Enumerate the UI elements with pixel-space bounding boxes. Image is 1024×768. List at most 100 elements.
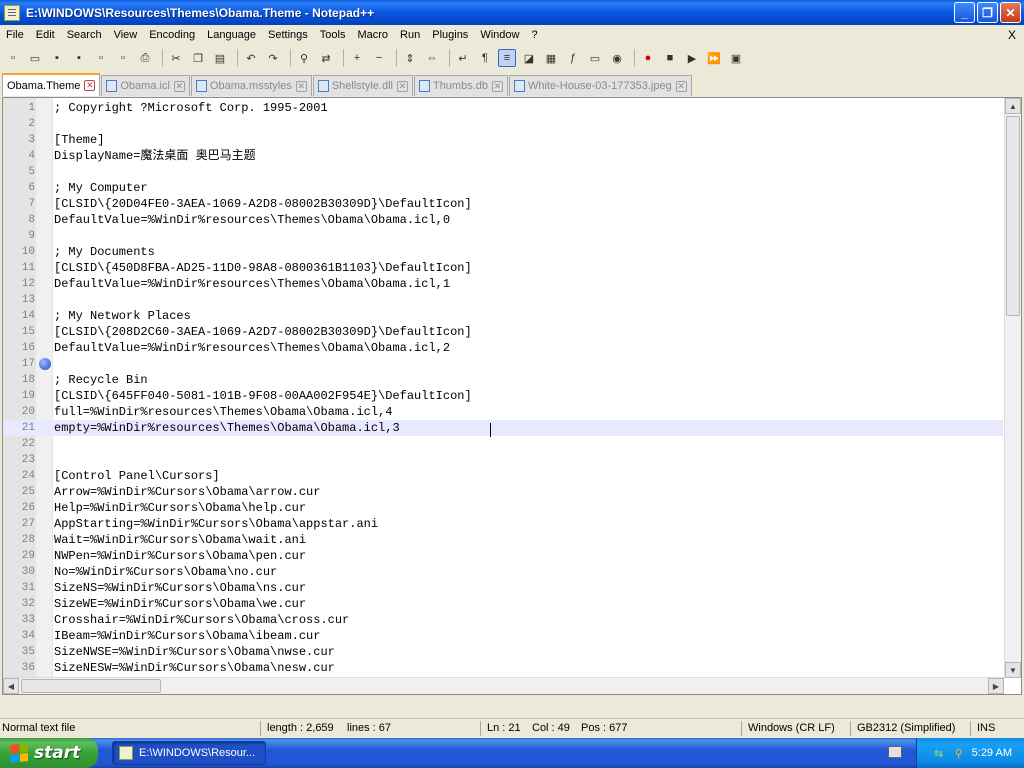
play-macro-multiple-icon[interactable]: ⏩ [705, 49, 723, 67]
menu-settings[interactable]: Settings [262, 25, 314, 45]
editor-line[interactable]: 33 Crosshair=%WinDir%Cursors\Obama\cross.… [3, 612, 1003, 628]
document-map-icon[interactable]: ▦ [542, 49, 560, 67]
play-macro-icon[interactable]: ▶ [683, 49, 701, 67]
line-text[interactable]: ; My Documents [54, 244, 155, 260]
editor-line[interactable]: 7 [CLSID\{20D04FE0-3AEA-1069-A2D8-08002B3… [3, 196, 1003, 212]
editor-line[interactable]: 25 Arrow=%WinDir%Cursors\Obama\arrow.cur [3, 484, 1003, 500]
close-tab-icon[interactable]: ✕ [492, 80, 503, 92]
tab-obama-icl[interactable]: Obama.icl ✕ [101, 75, 190, 96]
close-tab-icon[interactable]: ✕ [173, 80, 185, 92]
search-icon[interactable]: ⚲ [952, 746, 966, 760]
editor-line[interactable]: 9 [3, 228, 1003, 244]
undo-icon[interactable]: ↶ [242, 49, 260, 67]
line-text[interactable]: Crosshair=%WinDir%Cursors\Obama\cross.cu… [54, 612, 349, 628]
horizontal-scrollbar[interactable]: ◀ ▶ [3, 677, 1004, 694]
tab-white-house-jpeg[interactable]: White-House-03-177353.jpeg ✕ [509, 75, 692, 96]
save-icon[interactable]: ▪ [48, 49, 66, 67]
editor-lines[interactable]: 1 ; Copyright ?Microsoft Corp. 1995-2001 2… [3, 100, 1003, 692]
maximize-button[interactable]: ❐ [977, 2, 998, 23]
line-text[interactable]: SizeNS=%WinDir%Cursors\Obama\ns.cur [54, 580, 306, 596]
menu-macro[interactable]: Macro [351, 25, 394, 45]
stop-macro-icon[interactable]: ■ [661, 49, 679, 67]
editor-line[interactable]: 19 [CLSID\{645FF040-5081-101B-9F08-00AA00… [3, 388, 1003, 404]
close-tab-icon[interactable]: ✕ [295, 80, 307, 92]
sync-horizontal-icon[interactable]: ⇔ [423, 49, 441, 67]
line-text[interactable]: empty=%WinDir%resources\Themes\Obama\Oba… [54, 420, 400, 436]
editor-line[interactable]: 12 DefaultValue=%WinDir%resources\Themes\… [3, 276, 1003, 292]
close-document-button[interactable]: X [1008, 25, 1016, 45]
text-editor[interactable]: 1 ; Copyright ?Microsoft Corp. 1995-2001 2… [2, 97, 1022, 695]
editor-line[interactable]: 1 ; Copyright ?Microsoft Corp. 1995-2001 [3, 100, 1003, 116]
sync-vertical-icon[interactable]: ⇕ [401, 49, 419, 67]
menu-plugins[interactable]: Plugins [426, 25, 474, 45]
editor-line[interactable]: 15 [CLSID\{208D2C60-3AEA-1069-A2D7-08002B… [3, 324, 1003, 340]
menu-language[interactable]: Language [201, 25, 262, 45]
close-tab-icon[interactable]: ✕ [84, 80, 96, 91]
editor-line[interactable]: 26 Help=%WinDir%Cursors\Obama\help.cur [3, 500, 1003, 516]
open-file-icon[interactable]: ▭ [26, 49, 44, 67]
menu-window[interactable]: Window [474, 25, 525, 45]
line-text[interactable]: IBeam=%WinDir%Cursors\Obama\ibeam.cur [54, 628, 320, 644]
line-text[interactable]: No=%WinDir%Cursors\Obama\no.cur [54, 564, 277, 580]
line-text[interactable]: Wait=%WinDir%Cursors\Obama\wait.ani [54, 532, 306, 548]
scroll-left-arrow-icon[interactable]: ◀ [3, 678, 19, 694]
line-text[interactable]: Help=%WinDir%Cursors\Obama\help.cur [54, 500, 306, 516]
editor-line[interactable]: 14 ; My Network Places [3, 308, 1003, 324]
editor-line[interactable]: 6 ; My Computer [3, 180, 1003, 196]
save-macro-icon[interactable]: ▣ [727, 49, 745, 67]
editor-line[interactable]: 29 NWPen=%WinDir%Cursors\Obama\pen.cur [3, 548, 1003, 564]
editor-line[interactable]: 18 ; Recycle Bin [3, 372, 1003, 388]
menu-run[interactable]: Run [394, 25, 426, 45]
scroll-up-arrow-icon[interactable]: ▲ [1005, 98, 1021, 114]
word-wrap-icon[interactable]: ↵ [454, 49, 472, 67]
indent-guide-icon[interactable]: ≡ [498, 49, 516, 67]
editor-line[interactable]: 31 SizeNS=%WinDir%Cursors\Obama\ns.cur [3, 580, 1003, 596]
line-text[interactable]: DefaultValue=%WinDir%resources\Themes\Ob… [54, 340, 450, 356]
menu-encoding[interactable]: Encoding [143, 25, 201, 45]
menu-help[interactable]: ? [525, 25, 543, 45]
editor-line[interactable]: 11 [CLSID\{450D8FBA-AD25-11D0-98A8-080036… [3, 260, 1003, 276]
editor-line[interactable]: 35 SizeNWSE=%WinDir%Cursors\Obama\nwse.cu… [3, 644, 1003, 660]
function-list-icon[interactable]: ƒ [564, 49, 582, 67]
line-text[interactable]: NWPen=%WinDir%Cursors\Obama\pen.cur [54, 548, 306, 564]
bookmark-icon[interactable] [39, 358, 51, 370]
scroll-right-arrow-icon[interactable]: ▶ [988, 678, 1004, 694]
editor-line[interactable]: 23 [3, 452, 1003, 468]
copy-icon[interactable]: ❐ [189, 49, 207, 67]
line-text[interactable]: [CLSID\{20D04FE0-3AEA-1069-A2D8-08002B30… [54, 196, 472, 212]
editor-line[interactable]: 4 DisplayName=魔法桌面 奥巴马主题 [3, 148, 1003, 164]
line-text[interactable]: AppStarting=%WinDir%Cursors\Obama\appsta… [54, 516, 378, 532]
line-text[interactable]: [Theme] [54, 132, 104, 148]
scroll-down-arrow-icon[interactable]: ▼ [1005, 662, 1021, 678]
close-tab-icon[interactable]: ✕ [396, 80, 408, 92]
editor-line[interactable]: 21 empty=%WinDir%resources\Themes\Obama\O… [3, 420, 1003, 436]
vertical-scroll-thumb[interactable] [1006, 116, 1020, 316]
line-text[interactable]: DisplayName=魔法桌面 奥巴马主题 [54, 148, 256, 164]
tab-obama-theme[interactable]: Obama.Theme ✕ [2, 73, 101, 96]
menu-tools[interactable]: Tools [314, 25, 352, 45]
cut-icon[interactable]: ✂ [167, 49, 185, 67]
line-text[interactable]: Arrow=%WinDir%Cursors\Obama\arrow.cur [54, 484, 320, 500]
line-text[interactable]: ; My Computer [54, 180, 148, 196]
keyboard-icon[interactable] [888, 746, 902, 758]
menu-edit[interactable]: Edit [30, 25, 61, 45]
menu-search[interactable]: Search [61, 25, 108, 45]
editor-line[interactable]: 34 IBeam=%WinDir%Cursors\Obama\ibeam.cur [3, 628, 1003, 644]
line-text[interactable]: SizeNESW=%WinDir%Cursors\Obama\nesw.cur [54, 660, 335, 676]
editor-line[interactable]: 17 [3, 356, 1003, 372]
start-button[interactable]: start [0, 738, 98, 768]
close-file-icon[interactable]: ▫ [92, 49, 110, 67]
paste-icon[interactable]: ▤ [211, 49, 229, 67]
print-icon[interactable]: ⎙ [136, 49, 154, 67]
editor-line[interactable]: 24 [Control Panel\Cursors] [3, 468, 1003, 484]
editor-line[interactable]: 28 Wait=%WinDir%Cursors\Obama\wait.ani [3, 532, 1003, 548]
replace-icon[interactable]: ⇄ [317, 49, 335, 67]
editor-line[interactable]: 2 [3, 116, 1003, 132]
line-text[interactable]: [CLSID\{450D8FBA-AD25-11D0-98A8-0800361B… [54, 260, 472, 276]
editor-line[interactable]: 16 DefaultValue=%WinDir%resources\Themes\… [3, 340, 1003, 356]
editor-line[interactable]: 36 SizeNESW=%WinDir%Cursors\Obama\nesw.cu… [3, 660, 1003, 676]
editor-line[interactable]: 30 No=%WinDir%Cursors\Obama\no.cur [3, 564, 1003, 580]
title-bar[interactable]: E:\WINDOWS\Resources\Themes\Obama.Theme … [0, 0, 1024, 25]
find-icon[interactable]: ⚲ [295, 49, 313, 67]
line-text[interactable]: [Control Panel\Cursors] [54, 468, 220, 484]
